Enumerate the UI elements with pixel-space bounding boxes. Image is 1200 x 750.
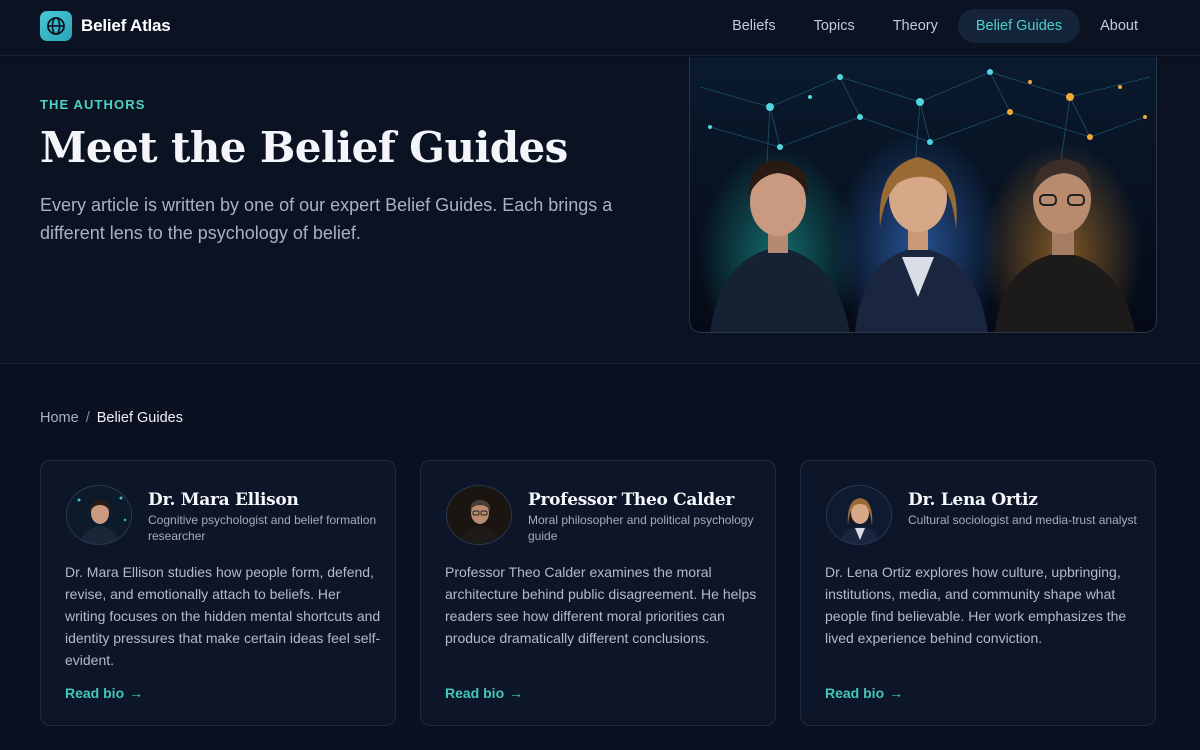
avatar	[66, 485, 132, 545]
breadcrumb: Home / Belief Guides	[40, 410, 183, 426]
nav-item-about[interactable]: About	[1082, 9, 1156, 43]
arrow-right-icon: →	[509, 685, 524, 701]
arrow-right-icon: →	[129, 685, 144, 701]
nav-links: Beliefs Topics Theory Belief Guides Abou…	[712, 9, 1156, 43]
globe-icon	[40, 11, 72, 41]
hero-illustration	[689, 57, 1157, 333]
guide-name: Dr. Lena Ortiz	[908, 490, 1038, 510]
guide-bio: Professor Theo Calder examines the moral…	[445, 564, 757, 646]
guides-list: Dr. Mara Ellison Cognitive psychologist …	[40, 460, 1156, 726]
brand-logo[interactable]: Belief Atlas	[40, 11, 171, 41]
guide-bio: Dr. Lena Ortiz explores how culture, upb…	[825, 564, 1127, 646]
nav-item-topics[interactable]: Topics	[796, 9, 873, 43]
avatar	[446, 485, 512, 545]
breadcrumb-current: Belief Guides	[96, 410, 183, 426]
read-bio-label: Read bio	[65, 685, 125, 701]
top-nav: Belief Atlas Beliefs Topics Theory Belie…	[0, 0, 1200, 56]
guide-card-lena-ortiz: Dr. Lena Ortiz Cultural sociologist and …	[800, 460, 1156, 726]
guide-role: Cognitive psychologist and belief format…	[148, 513, 377, 543]
nav-item-belief-guides[interactable]: Belief Guides	[957, 9, 1081, 43]
guide-card-mara-ellison: Dr. Mara Ellison Cognitive psychologist …	[40, 460, 396, 726]
read-bio-link[interactable]: Read bio →	[445, 685, 523, 701]
guide-role: Cultural sociologist and media-trust ana…	[908, 513, 1137, 527]
page-title: Meet the Belief Guides	[40, 123, 568, 172]
guide-bio: Dr. Mara Ellison studies how people form…	[65, 564, 381, 668]
nav-item-theory[interactable]: Theory	[875, 9, 956, 43]
guide-name: Dr. Mara Ellison	[148, 490, 299, 510]
guide-role: Moral philosopher and political psycholo…	[528, 513, 754, 543]
hero-section: THE AUTHORS Meet the Belief Guides Every…	[0, 57, 1200, 364]
hero-subtitle: Every article is written by one of our e…	[40, 195, 613, 243]
guide-card-theo-calder: Professor Theo Calder Moral philosopher …	[420, 460, 776, 726]
breadcrumb-home-link[interactable]: Home	[40, 410, 79, 426]
hero-eyebrow: THE AUTHORS	[40, 97, 146, 112]
nav-item-beliefs[interactable]: Beliefs	[714, 9, 794, 43]
guide-name: Professor Theo Calder	[528, 490, 735, 510]
read-bio-link[interactable]: Read bio →	[65, 685, 143, 701]
arrow-right-icon: →	[889, 685, 904, 701]
breadcrumb-separator: /	[85, 410, 90, 426]
read-bio-link[interactable]: Read bio →	[825, 685, 903, 701]
avatar	[826, 485, 892, 545]
brand-name: Belief Atlas	[81, 16, 171, 35]
read-bio-label: Read bio	[445, 685, 505, 701]
read-bio-label: Read bio	[825, 685, 885, 701]
